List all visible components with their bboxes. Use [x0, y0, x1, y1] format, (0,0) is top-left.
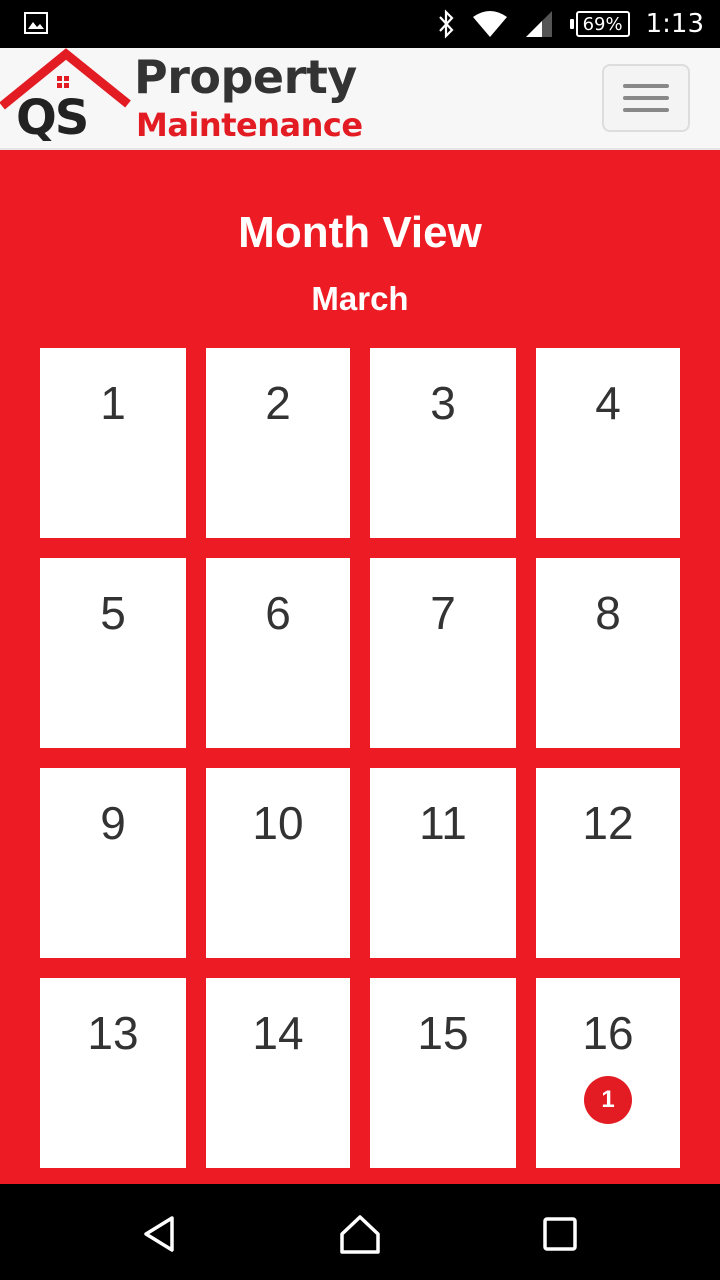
calendar-grid: 1 2 3 4 5 6 7 8 9 10 11 12 13 14 15 16 1 — [40, 348, 680, 1168]
day-number: 7 — [430, 587, 456, 639]
image-notification-icon — [24, 12, 48, 34]
day-number: 4 — [595, 377, 621, 429]
month-label: March — [311, 280, 409, 317]
day-number: 8 — [595, 587, 621, 639]
month-view: Month View March 1 2 3 4 5 6 7 8 9 10 11 12 13 14 15 16… — [0, 150, 720, 1184]
home-icon — [340, 1215, 380, 1254]
day-number: 9 — [100, 797, 126, 849]
recents-icon — [543, 1217, 577, 1251]
company-logo[interactable]: QS Property Maintenance — [0, 48, 400, 150]
calendar-day-15[interactable]: 15 — [370, 978, 516, 1168]
calendar-day-1[interactable]: 1 — [40, 348, 186, 538]
calendar-day-10[interactable]: 10 — [206, 768, 350, 958]
menu-toggle-button[interactable] — [602, 64, 690, 132]
day-number: 10 — [252, 797, 304, 849]
event-count-badge: 1 — [584, 1076, 632, 1124]
bluetooth-icon — [436, 9, 456, 39]
wifi-icon — [472, 9, 508, 39]
calendar-day-14[interactable]: 14 — [206, 978, 350, 1168]
calendar-day-8[interactable]: 8 — [536, 558, 680, 748]
signal-icon — [524, 9, 554, 39]
calendar-day-11[interactable]: 11 — [370, 768, 516, 958]
day-number: 13 — [87, 1007, 139, 1059]
day-number: 3 — [430, 377, 456, 429]
app-header: QS Property Maintenance — [0, 48, 720, 150]
home-button[interactable] — [330, 1204, 390, 1264]
logo-line-1: Property — [134, 50, 357, 104]
calendar-day-12[interactable]: 12 — [536, 768, 680, 958]
day-number: 16 — [582, 1007, 634, 1059]
day-number: 12 — [582, 797, 634, 849]
battery-icon: 69% — [569, 11, 630, 37]
day-number: 6 — [265, 587, 291, 639]
clock: 1:13 — [645, 9, 704, 39]
day-number: 1 — [100, 377, 126, 429]
calendar-day-7[interactable]: 7 — [370, 558, 516, 748]
day-number: 14 — [252, 1007, 304, 1059]
logo-line-2: Maintenance — [136, 106, 363, 144]
page-title: Month View — [238, 208, 482, 257]
calendar-day-9[interactable]: 9 — [40, 768, 186, 958]
day-number: 15 — [417, 1007, 469, 1059]
calendar-day-5[interactable]: 5 — [40, 558, 186, 748]
calendar-day-16[interactable]: 16 1 — [536, 978, 680, 1168]
hamburger-menu-icon — [623, 84, 669, 88]
calendar-day-2[interactable]: 2 — [206, 348, 350, 538]
battery-level: 69% — [575, 11, 630, 37]
day-number: 2 — [265, 377, 291, 429]
day-number: 11 — [419, 797, 467, 849]
calendar-day-13[interactable]: 13 — [40, 978, 186, 1168]
recents-button[interactable] — [530, 1204, 590, 1264]
back-button[interactable] — [130, 1204, 190, 1264]
calendar-day-3[interactable]: 3 — [370, 348, 516, 538]
system-nav-bar — [0, 1184, 720, 1280]
logo-qs-text: QS — [16, 90, 89, 146]
calendar-day-6[interactable]: 6 — [206, 558, 350, 748]
status-bar: 69% 1:13 — [0, 0, 720, 48]
calendar-day-4[interactable]: 4 — [536, 348, 680, 538]
day-number: 5 — [100, 587, 126, 639]
back-icon — [144, 1216, 174, 1252]
